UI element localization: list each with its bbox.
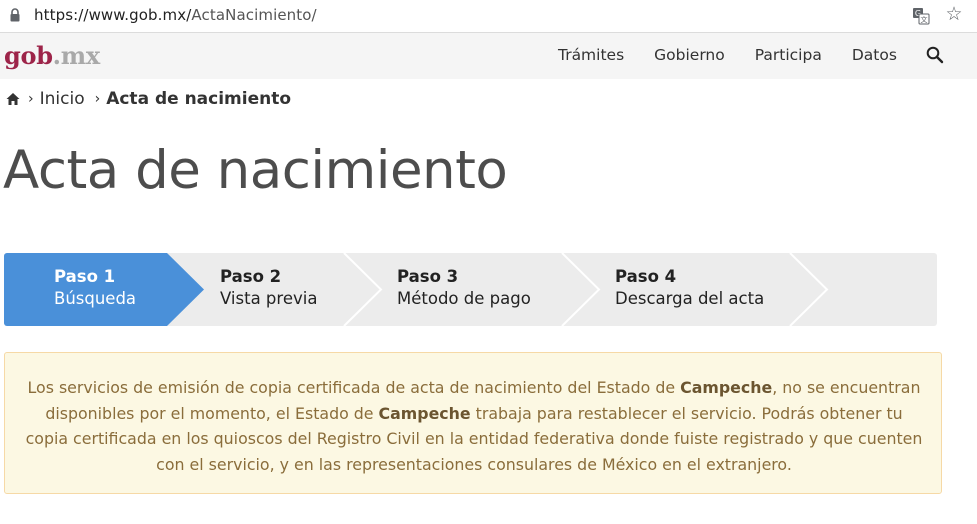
breadcrumb-current: Acta de nacimiento (106, 89, 292, 109)
alert-message: Los servicios de emisión de copia certif… (5, 375, 943, 477)
breadcrumb: › Inicio › Acta de nacimiento (6, 89, 291, 109)
nav-link-tramites[interactable]: Trámites (558, 46, 624, 64)
svg-text:文: 文 (921, 15, 928, 24)
alert-text: Los servicios de emisión de copia certif… (27, 378, 681, 397)
alert-text: con el servicio, y en las representacion… (156, 454, 792, 474)
alert-text: trabaja para restablecer el servicio. Po… (470, 403, 903, 423)
nav-links: Trámites Gobierno Participa Datos (558, 46, 927, 64)
home-icon[interactable] (6, 92, 20, 106)
site-navbar: gob.mx Trámites Gobierno Participa Datos (0, 33, 977, 79)
step-3-number: Paso 3 (397, 267, 459, 286)
gobmx-logo[interactable]: gob.mx (4, 41, 100, 70)
step-4-label: Descarga del acta (615, 289, 765, 308)
nav-link-participa[interactable]: Participa (755, 46, 822, 64)
step-2: Paso 2 Vista previa (220, 266, 317, 310)
service-unavailable-alert: Los servicios de emisión de copia certif… (4, 352, 942, 494)
step-2-label: Vista previa (220, 289, 318, 308)
star-icon[interactable]: ☆ (944, 5, 964, 25)
lock-icon (10, 8, 20, 22)
breadcrumb-inicio[interactable]: Inicio (40, 89, 85, 109)
url-host: https://www.gob.mx/ (34, 6, 192, 24)
step-1: Paso 1 Búsqueda (54, 266, 136, 310)
alert-state-name: Campeche (680, 378, 773, 397)
chevron-right-icon: › (28, 91, 34, 107)
step-1-number: Paso 1 (54, 267, 116, 286)
nav-link-datos[interactable]: Datos (852, 46, 897, 64)
step-2-number: Paso 2 (220, 267, 282, 286)
logo-tld: mx (60, 41, 100, 70)
alert-text: copia certificada en los quioscos del Re… (25, 429, 923, 448)
step-4-number: Paso 4 (615, 267, 677, 286)
logo-main: gob (4, 41, 53, 70)
browser-address-bar: https://www.gob.mx/ActaNacimiento/ G 文 ☆ (0, 0, 977, 33)
alert-state-name: Campeche (378, 403, 471, 423)
step-1-label: Búsqueda (54, 289, 137, 308)
progress-stepper: Paso 1 Búsqueda Paso 2 Vista previa Paso… (4, 253, 937, 326)
nav-link-gobierno[interactable]: Gobierno (654, 46, 725, 64)
step-4: Paso 4 Descarga del acta (615, 266, 764, 310)
alert-text: , no se encuentran (772, 378, 921, 397)
url-path: ActaNacimiento/ (191, 6, 317, 24)
step-3-label: Método de pago (397, 289, 531, 308)
page-title: Acta de nacimiento (3, 140, 508, 201)
chevron-right-icon: › (94, 91, 101, 107)
url-field[interactable]: https://www.gob.mx/ActaNacimiento/ (34, 6, 317, 24)
translate-icon[interactable]: G 文 (912, 7, 930, 25)
logo-dot: . (52, 41, 61, 70)
search-icon[interactable] (926, 46, 944, 64)
alert-text: disponibles por el momento, el Estado de (45, 403, 379, 423)
step-3: Paso 3 Método de pago (397, 266, 531, 310)
